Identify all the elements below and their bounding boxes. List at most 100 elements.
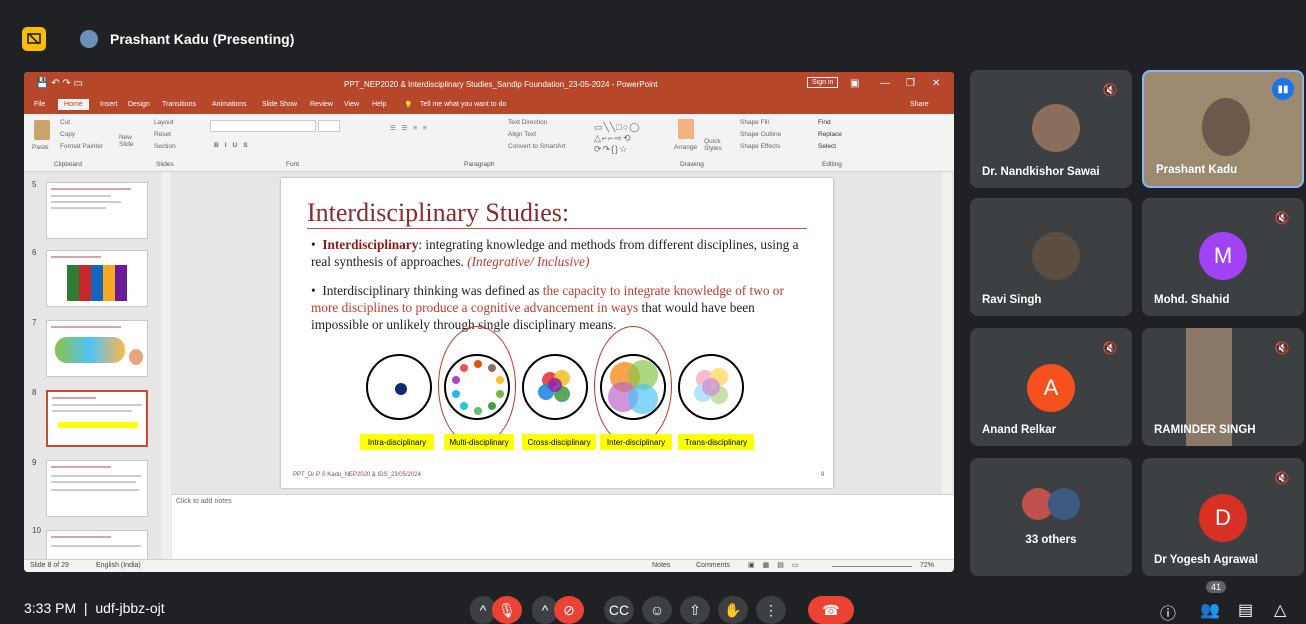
tile-anand[interactable]: 🔇 A Anand Relkar	[970, 328, 1132, 446]
tab-home[interactable]: Home	[58, 99, 89, 110]
shape-effects-button[interactable]: Shape Effects	[740, 143, 780, 150]
tab-view[interactable]: View	[344, 101, 359, 108]
thumb-number: 9	[32, 458, 37, 467]
font-format-icons[interactable]: BIUS	[214, 142, 254, 149]
info-icon[interactable]: ⓘ	[1160, 600, 1176, 624]
tab-help[interactable]: Help	[372, 101, 386, 108]
find-button[interactable]: Find	[818, 119, 831, 126]
paste-button[interactable]: Paste	[32, 144, 49, 151]
shapes-gallery[interactable]: ▭╲╲□○◯ △⌐⌐⇨⟲ ⟳↷{}☆	[594, 122, 640, 155]
camera-off-icon[interactable]: ⊘	[554, 596, 584, 624]
font-name-select[interactable]	[210, 120, 316, 132]
bullet-1-term: Interdisciplinary	[322, 237, 419, 252]
slide-thumb-6[interactable]	[46, 250, 148, 307]
align-text-button[interactable]: Align Text	[508, 131, 536, 138]
language-status[interactable]: English (India)	[96, 562, 141, 569]
cut-button[interactable]: Cut	[60, 119, 70, 126]
present-icon[interactable]: ⇧	[680, 596, 710, 624]
thumb-number: 5	[32, 180, 37, 189]
maximize-icon[interactable]: ❐	[906, 78, 915, 89]
tile-prashant[interactable]: ▮▮ Prashant Kadu	[1142, 70, 1304, 188]
notes-pane[interactable]: Click to add notes	[172, 494, 954, 559]
comments-toggle[interactable]: Comments	[696, 562, 730, 569]
view-buttons[interactable]: ▣▦▤▭	[748, 561, 806, 569]
convert-smartart-button[interactable]: Convert to SmartArt	[508, 143, 565, 150]
participant-name: Mohd. Shahid	[1154, 294, 1230, 306]
layout-button[interactable]: Layout	[154, 119, 174, 126]
share-button[interactable]: Share	[910, 101, 929, 108]
close-icon[interactable]: ✕	[932, 78, 940, 89]
tab-design[interactable]: Design	[128, 101, 150, 108]
signin-button[interactable]: Sign in	[807, 77, 839, 88]
slide-thumb-9[interactable]	[46, 460, 148, 517]
editor-scrollbar[interactable]	[942, 172, 952, 494]
ribbon-display-icon[interactable]: ▣	[850, 78, 859, 89]
shared-screen: 💾 ↶ ↷ ▭ PPT_NEP2020 & Interdisciplinary …	[24, 72, 954, 572]
tile-shahid[interactable]: 🔇 M Mohd. Shahid	[1142, 198, 1304, 316]
format-painter-button[interactable]: Format Painter	[60, 143, 103, 150]
new-slide-button[interactable]: New Slide	[119, 134, 147, 148]
shape-fill-button[interactable]: Shape Fill	[740, 119, 769, 126]
more-icon[interactable]: ⋮	[756, 596, 786, 624]
tab-animations[interactable]: Animations	[212, 101, 247, 108]
activities-icon[interactable]: △	[1274, 600, 1286, 620]
raise-hand-icon[interactable]: ✋	[718, 596, 748, 624]
text-direction-button[interactable]: Text Direction	[508, 119, 547, 126]
notes-toggle[interactable]: Notes	[652, 562, 670, 569]
mic-off-icon[interactable]: 🎙	[492, 596, 522, 624]
presenter-bar: Prashant Kadu (Presenting)	[0, 20, 1306, 60]
arrange-button[interactable]: Arrange	[674, 144, 697, 151]
tile-raminder[interactable]: 🔇 RAMINDER SINGH	[1142, 328, 1304, 446]
copy-button[interactable]: Copy	[60, 131, 75, 138]
slide-thumb-7[interactable]	[46, 320, 148, 377]
slide-thumb-10[interactable]	[46, 530, 148, 559]
chat-icon[interactable]: ▤	[1238, 600, 1253, 620]
tile-yogesh[interactable]: 🔇 D Dr Yogesh Agrawal	[1142, 458, 1304, 576]
shape-outline-button[interactable]: Shape Outline	[740, 131, 781, 138]
tile-others[interactable]: 33 others	[970, 458, 1132, 576]
paste-icon[interactable]	[34, 120, 50, 140]
reset-button[interactable]: Reset	[154, 131, 171, 138]
bullet-1-italic: (Integrative/ Inclusive)	[467, 254, 590, 269]
end-call-icon[interactable]: ☎	[808, 596, 854, 624]
current-slide[interactable]: Interdisciplinary Studies: • Interdiscip…	[281, 178, 833, 488]
zoom-slider[interactable]	[832, 566, 912, 567]
tile-ravi[interactable]: Ravi Singh	[970, 198, 1132, 316]
thumbnails-scrollbar[interactable]	[161, 172, 171, 559]
multi-highlight	[438, 326, 516, 446]
zoom-level[interactable]: 72%	[920, 562, 934, 569]
replace-button[interactable]: Replace	[818, 131, 842, 138]
arrange-icon[interactable]	[678, 119, 694, 139]
people-count-badge: 41	[1206, 581, 1227, 593]
slide-thumb-5[interactable]	[46, 182, 148, 239]
quick-access-icons[interactable]: 💾 ↶ ↷ ▭	[36, 78, 83, 89]
presentation-icon[interactable]	[22, 27, 46, 51]
select-button[interactable]: Select	[818, 143, 836, 150]
tell-me-input[interactable]: Tell me what you want to do	[420, 101, 506, 108]
participants-grid: 🔇 Dr. Nandkishor Sawai ▮▮ Prashant Kadu …	[964, 70, 1304, 576]
minimize-icon[interactable]: —	[880, 78, 890, 89]
font-size-select[interactable]	[318, 120, 340, 132]
tab-review[interactable]: Review	[310, 101, 333, 108]
thumb-number: 8	[32, 388, 37, 397]
tile-nandkishor[interactable]: 🔇 Dr. Nandkishor Sawai	[970, 70, 1132, 188]
avatar	[1032, 104, 1080, 152]
tab-slideshow[interactable]: Slide Show	[262, 101, 297, 108]
section-button[interactable]: Section	[154, 143, 176, 150]
people-icon[interactable]: 👥	[1200, 600, 1220, 620]
quick-styles-button[interactable]: Quick Styles	[704, 138, 726, 152]
participant-name: Prashant Kadu	[1156, 164, 1238, 176]
group-label-slides: Slides	[156, 161, 174, 168]
slide-thumb-8[interactable]	[46, 390, 148, 447]
tab-file[interactable]: File	[34, 101, 45, 108]
captions-icon[interactable]: CC	[604, 596, 634, 624]
meeting-code: udf-jbbz-ojt	[95, 600, 165, 616]
mic-off-icon: 🔇	[1102, 83, 1118, 97]
paragraph-icons[interactable]: ☰ ☰ ≡ ≡	[390, 124, 429, 132]
tab-transitions[interactable]: Transitions	[162, 101, 196, 108]
notes-placeholder: Click to add notes	[176, 498, 232, 505]
participant-name: Ravi Singh	[982, 294, 1042, 306]
emoji-icon[interactable]: ☺	[642, 596, 672, 624]
intra-circle	[366, 354, 432, 420]
tab-insert[interactable]: Insert	[100, 101, 118, 108]
